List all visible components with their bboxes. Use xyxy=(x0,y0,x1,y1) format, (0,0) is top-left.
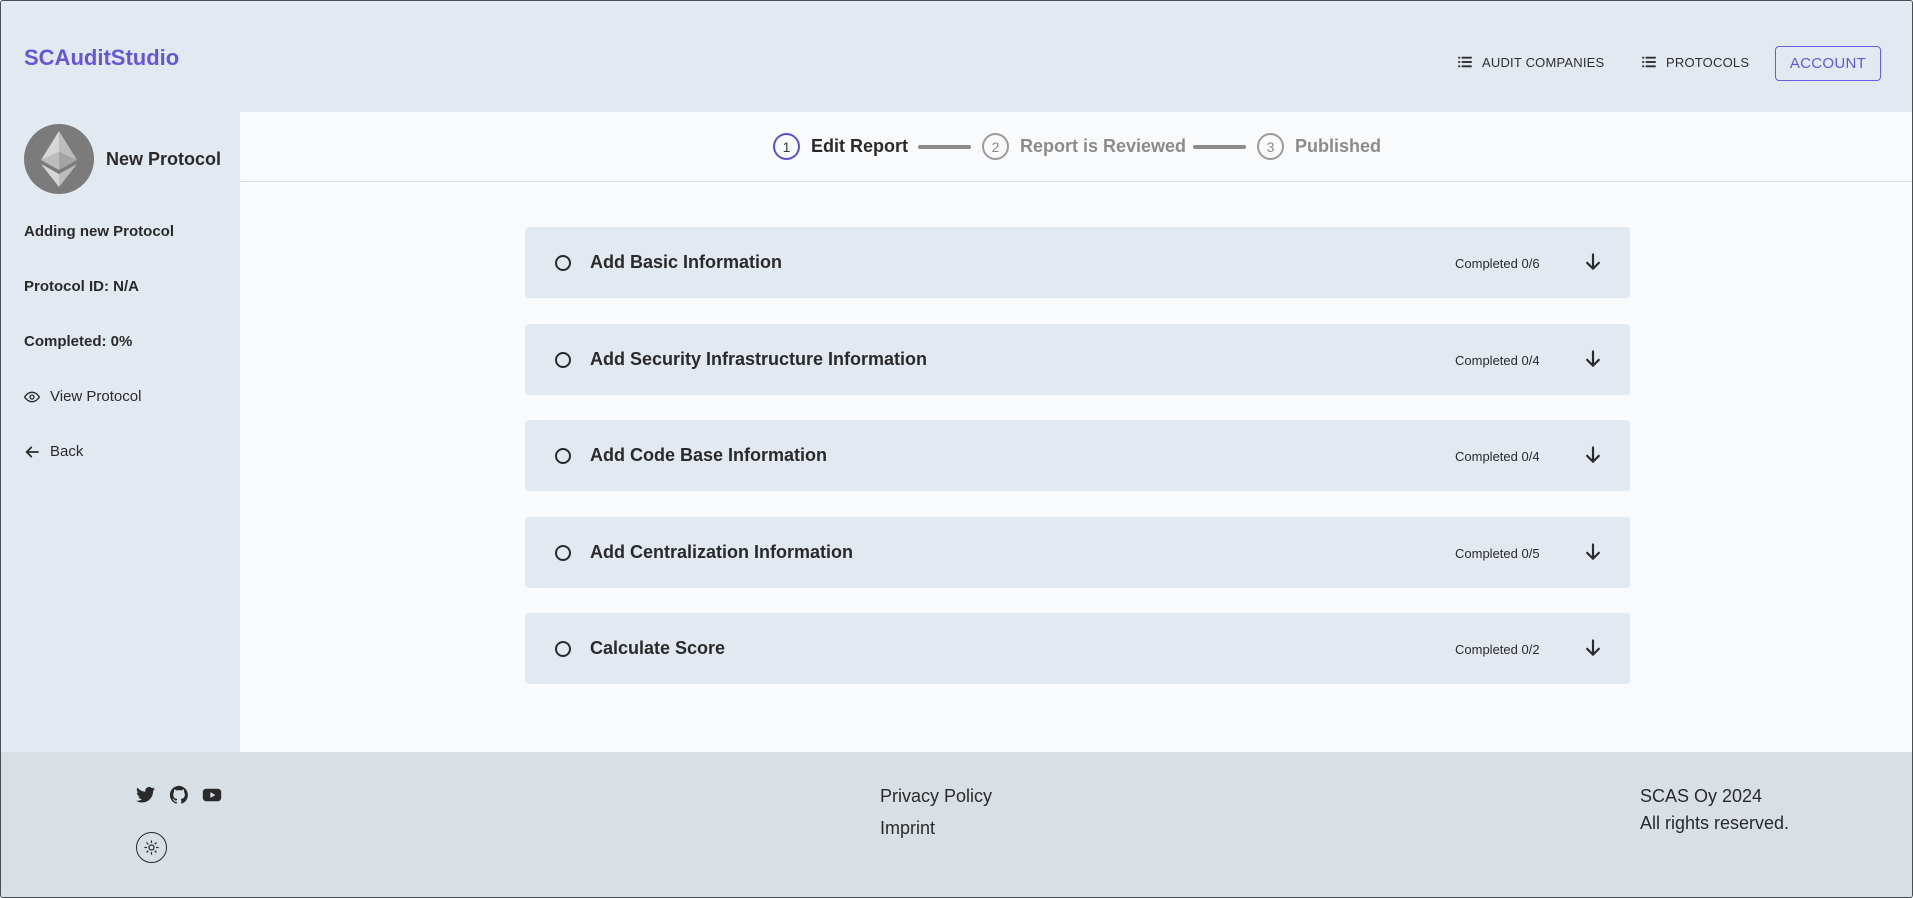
theme-toggle-button[interactable] xyxy=(136,832,167,863)
nav-protocols-label: PROTOCOLS xyxy=(1666,54,1750,70)
section-centralization[interactable]: Add Centralization Information Completed… xyxy=(525,517,1630,588)
github-icon[interactable] xyxy=(169,785,189,805)
section-calculate-score[interactable]: Calculate Score Completed 0/2 xyxy=(525,613,1630,684)
section-progress: Completed 0/4 xyxy=(1455,353,1540,368)
back-label: Back xyxy=(50,443,84,460)
arrow-down-icon[interactable] xyxy=(1583,542,1603,562)
step-label: Report is Reviewed xyxy=(1020,136,1187,156)
section-title: Add Security Infrastructure Information xyxy=(590,349,928,369)
incomplete-circle-icon xyxy=(555,545,571,561)
section-title: Add Code Base Information xyxy=(590,445,828,465)
sidebar: New Protocol Adding new Protocol Protoco… xyxy=(1,112,240,752)
back-link[interactable]: Back xyxy=(24,443,83,460)
section-progress: Completed 0/2 xyxy=(1455,642,1540,657)
footer: Privacy Policy Imprint SCAS Oy 2024 All … xyxy=(1,752,1912,897)
step-number: 3 xyxy=(1257,133,1284,160)
incomplete-circle-icon xyxy=(555,448,571,464)
arrow-down-icon[interactable] xyxy=(1583,638,1603,658)
arrow-down-icon[interactable] xyxy=(1583,349,1603,369)
youtube-icon[interactable] xyxy=(202,785,222,805)
protocol-name: New Protocol xyxy=(106,148,222,169)
step-connector xyxy=(1193,145,1246,149)
incomplete-circle-icon xyxy=(555,255,571,271)
view-protocol-label: View Protocol xyxy=(50,388,142,405)
list-icon xyxy=(1458,56,1472,68)
section-security-infrastructure[interactable]: Add Security Infrastructure Information … xyxy=(525,324,1630,395)
section-code-base[interactable]: Add Code Base Information Completed 0/4 xyxy=(525,420,1630,491)
nav-protocols[interactable]: PROTOCOLS xyxy=(1640,53,1749,71)
section-title: Add Centralization Information xyxy=(590,542,853,562)
view-protocol-link[interactable]: View Protocol xyxy=(24,388,141,405)
arrow-down-icon[interactable] xyxy=(1583,252,1603,272)
imprint-link[interactable]: Imprint xyxy=(880,818,935,839)
step-report-reviewed: 2 Report is Reviewed xyxy=(982,133,1186,160)
copyright-rights: All rights reserved. xyxy=(1640,813,1790,833)
section-progress: Completed 0/4 xyxy=(1455,449,1540,464)
section-title: Calculate Score xyxy=(590,638,726,658)
nav-audit-companies-label: AUDIT COMPANIES xyxy=(1482,54,1605,70)
section-progress: Completed 0/6 xyxy=(1455,256,1540,271)
step-connector xyxy=(918,145,971,149)
main-content: 1 Edit Report 2 Report is Reviewed 3 Pub… xyxy=(240,112,1912,752)
twitter-icon[interactable] xyxy=(136,785,156,805)
step-number: 2 xyxy=(982,133,1009,160)
sun-icon xyxy=(144,840,159,855)
step-published: 3 Published xyxy=(1257,133,1381,160)
account-button[interactable]: ACCOUNT xyxy=(1775,46,1881,81)
privacy-policy-link[interactable]: Privacy Policy xyxy=(880,786,992,807)
list-icon xyxy=(1642,56,1656,68)
app-window: SCAuditStudio AUDIT COMPANIES PROTOCOLS … xyxy=(0,0,1913,898)
brand-logo[interactable]: SCAuditStudio xyxy=(24,45,179,71)
top-header: SCAuditStudio AUDIT COMPANIES PROTOCOLS … xyxy=(1,1,1912,112)
arrow-left-icon xyxy=(25,445,39,458)
section-progress: Completed 0/5 xyxy=(1455,546,1540,561)
avatar xyxy=(24,124,94,194)
protocol-header: New Protocol xyxy=(24,124,221,194)
section-basic-information[interactable]: Add Basic Information Completed 0/6 xyxy=(525,227,1630,298)
eye-icon xyxy=(24,391,40,402)
section-title: Add Basic Information xyxy=(590,252,783,272)
step-label: Published xyxy=(1295,136,1382,156)
incomplete-circle-icon xyxy=(555,641,571,657)
arrow-down-icon[interactable] xyxy=(1583,445,1603,465)
protocol-completed: Completed: 0% xyxy=(24,333,133,350)
copyright-company: SCAS Oy 2024 xyxy=(1640,786,1763,806)
incomplete-circle-icon xyxy=(555,352,571,368)
step-number: 1 xyxy=(773,133,800,160)
step-label: Edit Report xyxy=(811,136,908,156)
progress-stepper: 1 Edit Report 2 Report is Reviewed 3 Pub… xyxy=(240,112,1912,182)
protocol-status: Adding new Protocol xyxy=(24,223,174,240)
step-edit-report: 1 Edit Report xyxy=(773,133,908,160)
nav-audit-companies[interactable]: AUDIT COMPANIES xyxy=(1456,53,1604,71)
protocol-id: Protocol ID: N/A xyxy=(24,278,139,295)
ethereum-icon xyxy=(41,131,77,187)
